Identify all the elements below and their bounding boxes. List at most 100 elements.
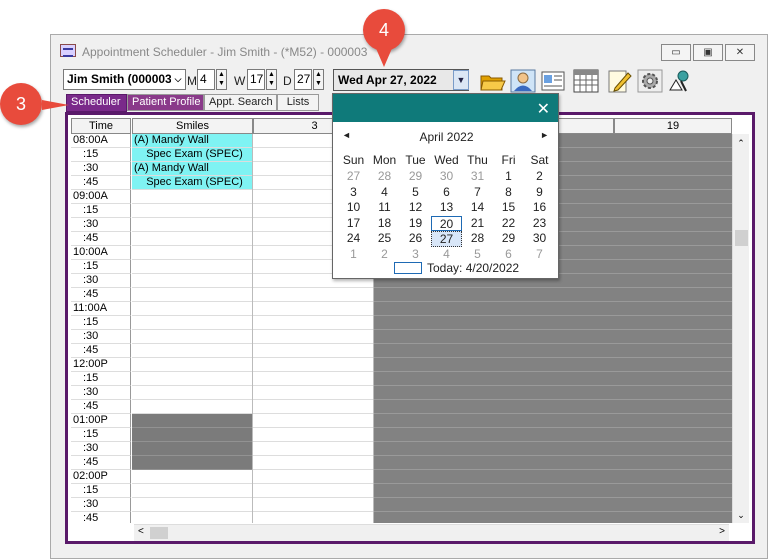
calendar-day[interactable]: 31 <box>462 169 493 185</box>
calendar-day[interactable]: 9 <box>524 185 555 201</box>
schedule-slot[interactable] <box>132 218 252 232</box>
calendar-day-selected[interactable]: 27 <box>431 231 462 247</box>
schedule-slot[interactable] <box>132 204 252 218</box>
horizontal-scrollbar[interactable]: < > <box>134 524 729 541</box>
schedule-slot[interactable] <box>253 386 373 400</box>
schedule-slot[interactable] <box>253 414 373 428</box>
scroll-up-icon[interactable]: ⌃ <box>733 138 749 149</box>
calendar-day[interactable]: 30 <box>524 231 555 247</box>
calendar-day[interactable]: 12 <box>400 200 431 216</box>
edit-note-icon[interactable] <box>605 68 633 94</box>
calendar-day[interactable]: 16 <box>524 200 555 216</box>
calendar-day[interactable]: 5 <box>462 247 493 263</box>
schedule-slot[interactable] <box>132 358 252 372</box>
schedule-slot[interactable] <box>253 358 373 372</box>
schedule-slot[interactable] <box>132 484 252 498</box>
vertical-scroll-thumb[interactable] <box>735 230 748 246</box>
schedule-slot[interactable] <box>253 316 373 330</box>
month-input[interactable]: 4 <box>197 69 215 90</box>
provider-select[interactable]: Jim Smith (000003 ⌵ <box>63 69 186 90</box>
schedule-slot[interactable] <box>132 190 252 204</box>
calendar-day[interactable]: 30 <box>431 169 462 185</box>
calendar-day[interactable]: 27 <box>338 169 369 185</box>
calendar-day[interactable]: 29 <box>493 231 524 247</box>
chevron-down-icon[interactable]: ⌵ <box>171 70 185 89</box>
schedule-slot[interactable] <box>132 330 252 344</box>
week-input[interactable]: 17 <box>247 69 265 90</box>
schedule-slot[interactable] <box>132 498 252 512</box>
schedule-slot[interactable] <box>132 274 252 288</box>
tab-scheduler[interactable]: Scheduler <box>66 94 127 112</box>
schedule-slot[interactable] <box>253 400 373 414</box>
calendar-day[interactable]: 21 <box>462 216 493 232</box>
schedule-slot[interactable] <box>253 484 373 498</box>
calendar-day[interactable]: 3 <box>400 247 431 263</box>
calendar-day[interactable]: 2 <box>524 169 555 185</box>
schedule-slot[interactable] <box>132 316 252 330</box>
column-header-smiles[interactable]: Smiles <box>132 118 253 134</box>
date-dropdown-button[interactable]: ▼ <box>453 70 469 90</box>
calendar-day[interactable]: 17 <box>338 216 369 232</box>
schedule-slot[interactable] <box>253 372 373 386</box>
schedule-slot[interactable] <box>132 302 252 316</box>
calendar-day[interactable]: 4 <box>431 247 462 263</box>
calendar-day[interactable]: 26 <box>400 231 431 247</box>
schedule-slot[interactable] <box>253 498 373 512</box>
calendar-grid-icon[interactable] <box>572 68 600 94</box>
day-input[interactable]: 27 <box>294 69 312 90</box>
date-picker-field[interactable]: Wed Apr 27, 2022 <box>333 69 469 91</box>
schedule-slot[interactable] <box>253 302 373 316</box>
schedule-slot[interactable] <box>132 344 252 358</box>
calendar-day[interactable]: 8 <box>493 185 524 201</box>
calendar-day[interactable]: 2 <box>369 247 400 263</box>
calendar-day[interactable]: 25 <box>369 231 400 247</box>
calendar-day[interactable]: 1 <box>493 169 524 185</box>
schedule-slot[interactable] <box>253 428 373 442</box>
horizontal-scroll-thumb[interactable] <box>150 527 168 539</box>
schedule-slot[interactable] <box>253 330 373 344</box>
calendar-day[interactable]: 15 <box>493 200 524 216</box>
appointment-cell[interactable]: Spec Exam (SPEC) <box>132 176 252 190</box>
today-link[interactable]: Today: 4/20/2022 <box>427 261 519 275</box>
calendar-day[interactable]: 10 <box>338 200 369 216</box>
calendar-day[interactable]: 28 <box>369 169 400 185</box>
schedule-slot[interactable] <box>132 400 252 414</box>
calendar-day[interactable]: 29 <box>400 169 431 185</box>
settings-gear-icon[interactable] <box>636 68 664 94</box>
calendar-day[interactable]: 14 <box>462 200 493 216</box>
calendar-day[interactable]: 13 <box>431 200 462 216</box>
calendar-close-icon[interactable]: ✕ <box>537 99 550 119</box>
schedule-slot[interactable] <box>132 372 252 386</box>
calendar-day[interactable]: 28 <box>462 231 493 247</box>
appointment-cell[interactable]: Spec Exam (SPEC) <box>132 148 252 162</box>
calendar-day[interactable]: 23 <box>524 216 555 232</box>
calendar-day[interactable]: 3 <box>338 185 369 201</box>
appointment-cell[interactable]: (A) Mandy Wall <box>132 134 252 148</box>
calendar-day[interactable]: 11 <box>369 200 400 216</box>
month-stepper[interactable]: ▲ ▼ <box>216 69 227 90</box>
scroll-left-icon[interactable]: < <box>138 526 144 537</box>
calendar-day[interactable]: 18 <box>369 216 400 232</box>
tab-appt-search[interactable]: Appt. Search <box>204 94 277 111</box>
calendar-day[interactable]: 5 <box>400 185 431 201</box>
blocked-slot[interactable] <box>132 428 252 442</box>
schedule-slot[interactable] <box>132 288 252 302</box>
schedule-slot[interactable] <box>253 512 373 523</box>
schedule-slot[interactable] <box>132 232 252 246</box>
calendar-day[interactable]: 7 <box>524 247 555 263</box>
schedule-slot[interactable] <box>132 512 252 523</box>
calendar-day[interactable]: 1 <box>338 247 369 263</box>
calendar-day-today[interactable]: 20 <box>431 215 462 231</box>
blocked-slot[interactable] <box>132 442 252 456</box>
tab-lists[interactable]: Lists <box>277 94 319 111</box>
maximize-button[interactable]: ▣ <box>693 44 723 61</box>
calendar-day[interactable]: 6 <box>431 185 462 201</box>
close-button[interactable]: ✕ <box>725 44 755 61</box>
scroll-down-icon[interactable]: ⌄ <box>733 510 749 521</box>
column-header-19[interactable]: 19 <box>614 118 732 134</box>
calendar-day[interactable]: 7 <box>462 185 493 201</box>
help-person-icon[interactable] <box>666 68 694 94</box>
week-stepper[interactable]: ▲ ▼ <box>266 69 277 90</box>
schedule-card-icon[interactable] <box>539 68 567 94</box>
day-stepper[interactable]: ▲ ▼ <box>313 69 324 90</box>
